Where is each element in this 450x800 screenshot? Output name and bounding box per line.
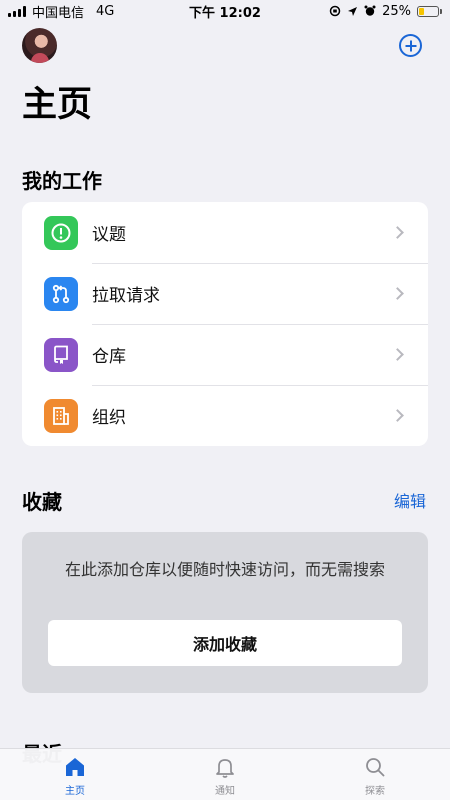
work-item-label: 议题 [92, 225, 126, 245]
carrier-label: 中国电信 [32, 5, 85, 21]
edit-favorites-link[interactable]: 编辑 [394, 488, 426, 512]
bell-icon [216, 759, 234, 778]
tab-notifications[interactable]: 通知 [150, 749, 300, 800]
work-item-pull-requests[interactable]: 拉取请求 [22, 263, 428, 324]
favorites-empty-card: 在此添加仓库以便随时快速访问，而无需搜索 添加收藏 [22, 532, 428, 693]
status-bar: 中国电信 4G 下午 12:02 25% [0, 0, 450, 22]
alarm-icon [364, 5, 376, 16]
avatar[interactable] [22, 28, 57, 63]
tab-label: 通知 [215, 786, 235, 797]
my-work-card: 议题 拉取请求 仓库 组织 [22, 202, 428, 446]
section-title-my-work: 我的工作 [22, 169, 102, 193]
pull-request-icon [44, 276, 78, 311]
tab-label: 主页 [65, 786, 85, 797]
tab-home[interactable]: 主页 [0, 749, 150, 800]
chevron-right-icon [391, 409, 404, 422]
favorites-empty-text: 在此添加仓库以便随时快速访问，而无需搜索 [64, 560, 385, 579]
page-title: 主页 [22, 85, 93, 125]
repo-icon [44, 337, 78, 372]
tab-bar: 主页 通知 探索 [0, 748, 450, 800]
chevron-right-icon [391, 287, 404, 300]
location-icon [348, 6, 358, 16]
plus-circle-icon[interactable] [399, 34, 422, 57]
signal-icon [8, 5, 26, 17]
issue-icon [44, 215, 78, 250]
chevron-right-icon [391, 226, 404, 239]
home-icon [66, 758, 84, 776]
add-favorite-button[interactable]: 添加收藏 [48, 620, 402, 666]
section-title-favorites: 收藏 [22, 490, 62, 514]
work-item-repositories[interactable]: 仓库 [22, 324, 428, 385]
work-item-label: 组织 [92, 408, 126, 428]
work-item-issues[interactable]: 议题 [22, 202, 428, 263]
organization-icon [44, 398, 78, 433]
search-icon [366, 758, 385, 777]
rotation-lock-icon [329, 5, 341, 17]
work-item-label: 拉取请求 [92, 286, 160, 306]
tab-label: 探索 [365, 786, 385, 797]
work-item-label: 仓库 [92, 347, 126, 367]
network-label: 4G [96, 3, 115, 19]
work-item-organizations[interactable]: 组织 [22, 385, 428, 446]
battery-percent: 25% [382, 3, 411, 19]
chevron-right-icon [391, 348, 404, 361]
battery-icon [417, 5, 442, 17]
tab-explore[interactable]: 探索 [300, 749, 450, 800]
